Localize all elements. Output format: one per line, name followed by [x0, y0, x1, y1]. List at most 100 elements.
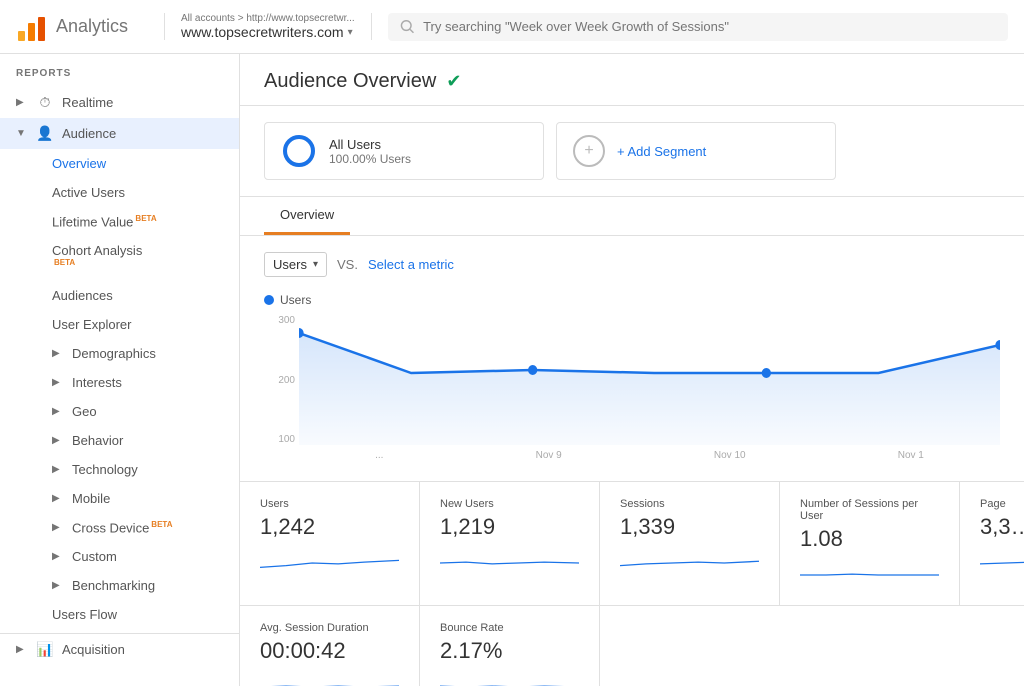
add-segment-card[interactable]: + + Add Segment: [556, 122, 836, 180]
chevron-right-icon: ▶: [16, 97, 28, 108]
metric-value-avg-session: 00:00:42: [260, 638, 399, 664]
sidebar-label-cohort-analysis: Cohort AnalysisBETA: [52, 243, 142, 273]
sidebar-item-geo[interactable]: ▶ Geo: [0, 397, 239, 426]
metric-card-avg-session: Avg. Session Duration 00:00:42: [240, 606, 420, 686]
sidebar-item-cross-device[interactable]: ▶ Cross DeviceBETA: [0, 513, 239, 542]
sidebar-item-user-explorer[interactable]: User Explorer: [0, 310, 239, 339]
metric-value-users: 1,242: [260, 514, 399, 540]
sidebar-label-demographics: Demographics: [72, 346, 156, 361]
mini-chart-pageviews: [980, 548, 1024, 578]
chevron-right-interests-icon: ▶: [52, 377, 64, 388]
sidebar-item-lifetime-value[interactable]: Lifetime ValueBETA: [0, 207, 239, 236]
sidebar-item-users-flow[interactable]: Users Flow: [0, 600, 239, 629]
search-icon: [400, 19, 415, 35]
sidebar-item-custom[interactable]: ▶ Custom: [0, 542, 239, 571]
sidebar-item-demographics[interactable]: ▶ Demographics: [0, 339, 239, 368]
person-icon: 👤: [36, 125, 54, 142]
sidebar-item-audiences[interactable]: Audiences: [0, 281, 239, 310]
sidebar-label-behavior: Behavior: [72, 433, 123, 448]
chevron-right-technology-icon: ▶: [52, 464, 64, 475]
all-users-segment-card[interactable]: All Users 100.00% Users: [264, 122, 544, 180]
analytics-logo-icon: [16, 11, 48, 43]
logo-area: Analytics: [16, 11, 164, 43]
search-input[interactable]: [423, 19, 996, 34]
sidebar-item-overview[interactable]: Overview: [0, 149, 239, 178]
beta-badge-lifetime: BETA: [135, 214, 156, 223]
mini-chart-avg-session: [260, 672, 399, 686]
y-label-300: 300: [278, 315, 295, 326]
y-label-200: 200: [278, 375, 295, 386]
sidebar-label-audience: Audience: [62, 126, 116, 141]
metric-value-sessions: 1,339: [620, 514, 759, 540]
legend-dot-users: [264, 295, 274, 305]
metric-selector-row: Users ▾ VS. Select a metric: [240, 236, 1024, 285]
x-label-nov10: Nov 10: [714, 450, 746, 461]
x-label-nov9: Nov 9: [536, 450, 562, 461]
chevron-right-acquisition-icon: ▶: [16, 644, 28, 655]
mini-chart-sessions: [620, 548, 759, 578]
page-title: Audience Overview: [264, 70, 436, 93]
sidebar-item-realtime[interactable]: ▶ ⏱ Realtime: [0, 87, 239, 118]
sidebar-item-mobile[interactable]: ▶ Mobile: [0, 484, 239, 513]
sidebar-item-interests[interactable]: ▶ Interests: [0, 368, 239, 397]
site-breadcrumb: All accounts > http://www.topsecretwr...: [181, 13, 355, 24]
sidebar-label-realtime: Realtime: [62, 95, 113, 110]
beta-badge-cohort: BETA: [54, 258, 75, 267]
metric-card-bounce-rate: Bounce Rate 2.17%: [420, 606, 600, 686]
sidebar-item-audience[interactable]: ▼ 👤 Audience: [0, 118, 239, 149]
metric-label-avg-session: Avg. Session Duration: [260, 622, 399, 634]
beta-badge-cross-device: BETA: [151, 520, 172, 529]
reports-label: REPORTS: [0, 54, 239, 87]
sidebar-label-overview: Overview: [52, 156, 106, 171]
tab-row: Overview: [240, 197, 1024, 236]
sidebar-item-active-users[interactable]: Active Users: [0, 178, 239, 207]
sidebar-label-interests: Interests: [72, 375, 122, 390]
metric-dropdown-label: Users: [273, 257, 307, 272]
sidebar-item-benchmarking[interactable]: ▶ Benchmarking: [0, 571, 239, 600]
metric-card-empty-1: [600, 606, 1024, 686]
sidebar-item-acquisition[interactable]: ▶ 📊 Acquisition: [0, 633, 239, 665]
tab-overview[interactable]: Overview: [264, 197, 350, 235]
sidebar-label-geo: Geo: [72, 404, 97, 419]
segment-row: All Users 100.00% Users + + Add Segment: [240, 106, 1024, 197]
sidebar-item-behavior[interactable]: ▶ Behavior: [0, 426, 239, 455]
metric-card-new-users: New Users 1,219: [420, 482, 600, 605]
sidebar-label-audiences: Audiences: [52, 288, 113, 303]
site-selector[interactable]: All accounts > http://www.topsecretwr...…: [164, 13, 372, 40]
search-bar[interactable]: [388, 13, 1008, 41]
content-area: Audience Overview ✔ All Users 100.00% Us…: [240, 54, 1024, 686]
site-name[interactable]: www.topsecretwriters.com ▾: [181, 24, 355, 40]
logo-text: Analytics: [56, 16, 128, 37]
metrics-row-2: Avg. Session Duration 00:00:42 Bounce Ra…: [240, 605, 1024, 686]
x-label-dots: ...: [375, 450, 383, 461]
sidebar-label-technology: Technology: [72, 462, 138, 477]
sidebar-item-cohort-analysis[interactable]: Cohort AnalysisBETA: [0, 236, 239, 280]
metric-label-new-users: New Users: [440, 498, 579, 510]
mini-chart-sessions-per-user: [800, 560, 939, 590]
main-layout: REPORTS ▶ ⏱ Realtime ▼ 👤 Audience Overvi…: [0, 54, 1024, 686]
metric-value-sessions-per-user: 1.08: [800, 526, 939, 552]
metric-value-pageviews: 3,3…: [980, 514, 1024, 540]
metrics-row-1: Users 1,242 New Users 1,219 Sessions 1,3…: [240, 481, 1024, 605]
add-segment-label: + Add Segment: [617, 144, 706, 159]
sidebar-item-technology[interactable]: ▶ Technology: [0, 455, 239, 484]
metric-dropdown[interactable]: Users ▾: [264, 252, 327, 277]
segment-name: All Users: [329, 137, 411, 152]
sidebar-label-lifetime-value: Lifetime ValueBETA: [52, 214, 157, 229]
mini-chart-users: [260, 548, 399, 578]
select-metric-link[interactable]: Select a metric: [368, 257, 454, 272]
chevron-right-geo-icon: ▶: [52, 406, 64, 417]
x-axis: ... Nov 9 Nov 10 Nov 1: [299, 445, 1000, 465]
chart-wrapper: 300 200 100: [264, 315, 1000, 465]
metric-label-bounce-rate: Bounce Rate: [440, 622, 579, 634]
chart-legend: Users: [264, 293, 1000, 307]
segment-info: All Users 100.00% Users: [329, 137, 411, 166]
legend-label-users: Users: [280, 293, 311, 307]
sidebar-label-active-users: Active Users: [52, 185, 125, 200]
chart-area: Users 300 200 100: [240, 285, 1024, 481]
clock-icon: ⏱: [36, 94, 54, 111]
metric-label-users: Users: [260, 498, 399, 510]
content-header: Audience Overview ✔: [240, 54, 1024, 106]
site-chevron-icon: ▾: [348, 27, 353, 38]
chevron-right-custom-icon: ▶: [52, 551, 64, 562]
